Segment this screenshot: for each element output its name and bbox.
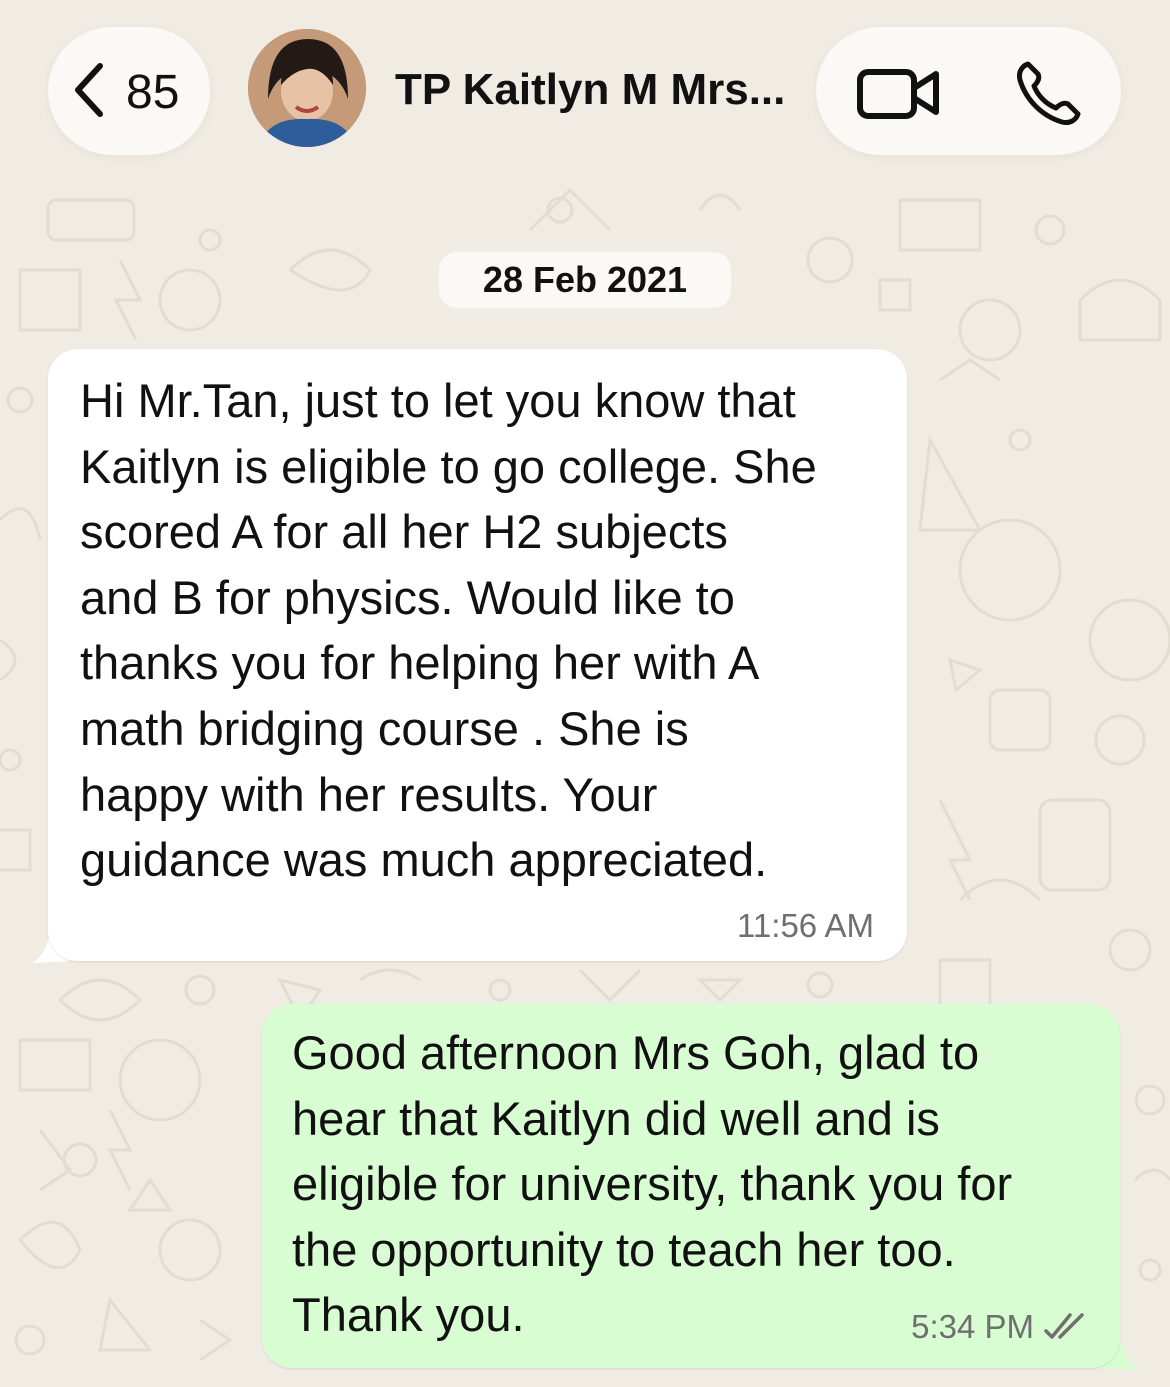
contact-avatar[interactable] [248, 29, 366, 147]
back-button[interactable]: 85 [48, 27, 210, 155]
read-double-check-icon [1044, 1313, 1084, 1339]
date-separator: 28 Feb 2021 [439, 252, 731, 308]
message-incoming[interactable]: Hi Mr.Tan, just to let you know that Kai… [48, 349, 907, 961]
unread-count: 85 [126, 66, 180, 119]
contact-name[interactable]: TP Kaitlyn M Mrs... [395, 65, 785, 115]
message-timestamp: 5:34 PM [911, 1308, 1034, 1345]
phone-call-icon[interactable] [1014, 60, 1084, 126]
message-text: Hi Mr.Tan, just to let you know that Kai… [80, 374, 817, 887]
message-timestamp: 11:56 AM [737, 907, 874, 944]
video-call-icon[interactable] [856, 64, 942, 122]
message-text: Good afternoon Mrs Goh, glad to hear tha… [292, 1026, 1013, 1342]
chevron-left-icon [75, 63, 103, 117]
avatar-image [248, 29, 366, 147]
message-outgoing[interactable]: Good afternoon Mrs Goh, glad to hear tha… [262, 1004, 1120, 1368]
